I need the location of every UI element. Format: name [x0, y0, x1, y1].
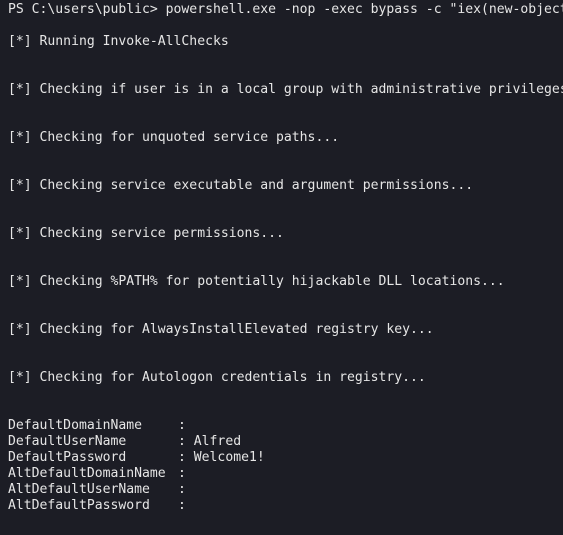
- command-line: PS C:\users\public> powershell.exe -nop …: [8, 2, 563, 17]
- result-value: Welcome1!: [193, 450, 265, 465]
- result-key: DefaultPassword: [8, 450, 127, 465]
- result-separator: :: [178, 418, 186, 433]
- result-value: Alfred: [193, 434, 242, 449]
- result-key: AltDefaultUserName: [8, 482, 150, 497]
- result-key: AltDefaultDomainName: [8, 466, 166, 481]
- result-separator: :: [178, 498, 186, 513]
- output-line: [*] Checking for AlwaysInstallElevated r…: [8, 322, 434, 337]
- result-row: AltDefaultPassword:: [8, 498, 194, 514]
- output-line: [*] Checking %PATH% for potentially hija…: [8, 274, 505, 289]
- result-row: AltDefaultDomainName:: [8, 466, 194, 482]
- output-line: [*] Checking for unquoted service paths.…: [8, 130, 340, 145]
- output-line: [*] Running Invoke-AllChecks: [8, 34, 229, 49]
- result-separator: :: [178, 434, 186, 449]
- result-key: DefaultUserName: [8, 434, 127, 449]
- output-line: [*] Checking for Autologon credentials i…: [8, 370, 426, 385]
- result-key: AltDefaultPassword: [8, 498, 150, 513]
- result-row: DefaultUserName: Alfred: [8, 434, 241, 450]
- result-separator: :: [178, 466, 186, 481]
- result-separator: :: [178, 450, 186, 465]
- result-separator: :: [178, 482, 186, 497]
- result-row: AltDefaultUserName:: [8, 482, 194, 498]
- output-line: [*] Checking service permissions...: [8, 226, 284, 241]
- result-row: DefaultPassword: Welcome1!: [8, 450, 265, 466]
- result-key: DefaultDomainName: [8, 418, 143, 433]
- result-row: DefaultDomainName:: [8, 418, 194, 434]
- output-line: [*] Checking if user is in a local group…: [8, 82, 563, 97]
- output-line: [*] Checking service executable and argu…: [8, 178, 474, 193]
- terminal-window[interactable]: PS C:\users\public> powershell.exe -nop …: [0, 0, 563, 535]
